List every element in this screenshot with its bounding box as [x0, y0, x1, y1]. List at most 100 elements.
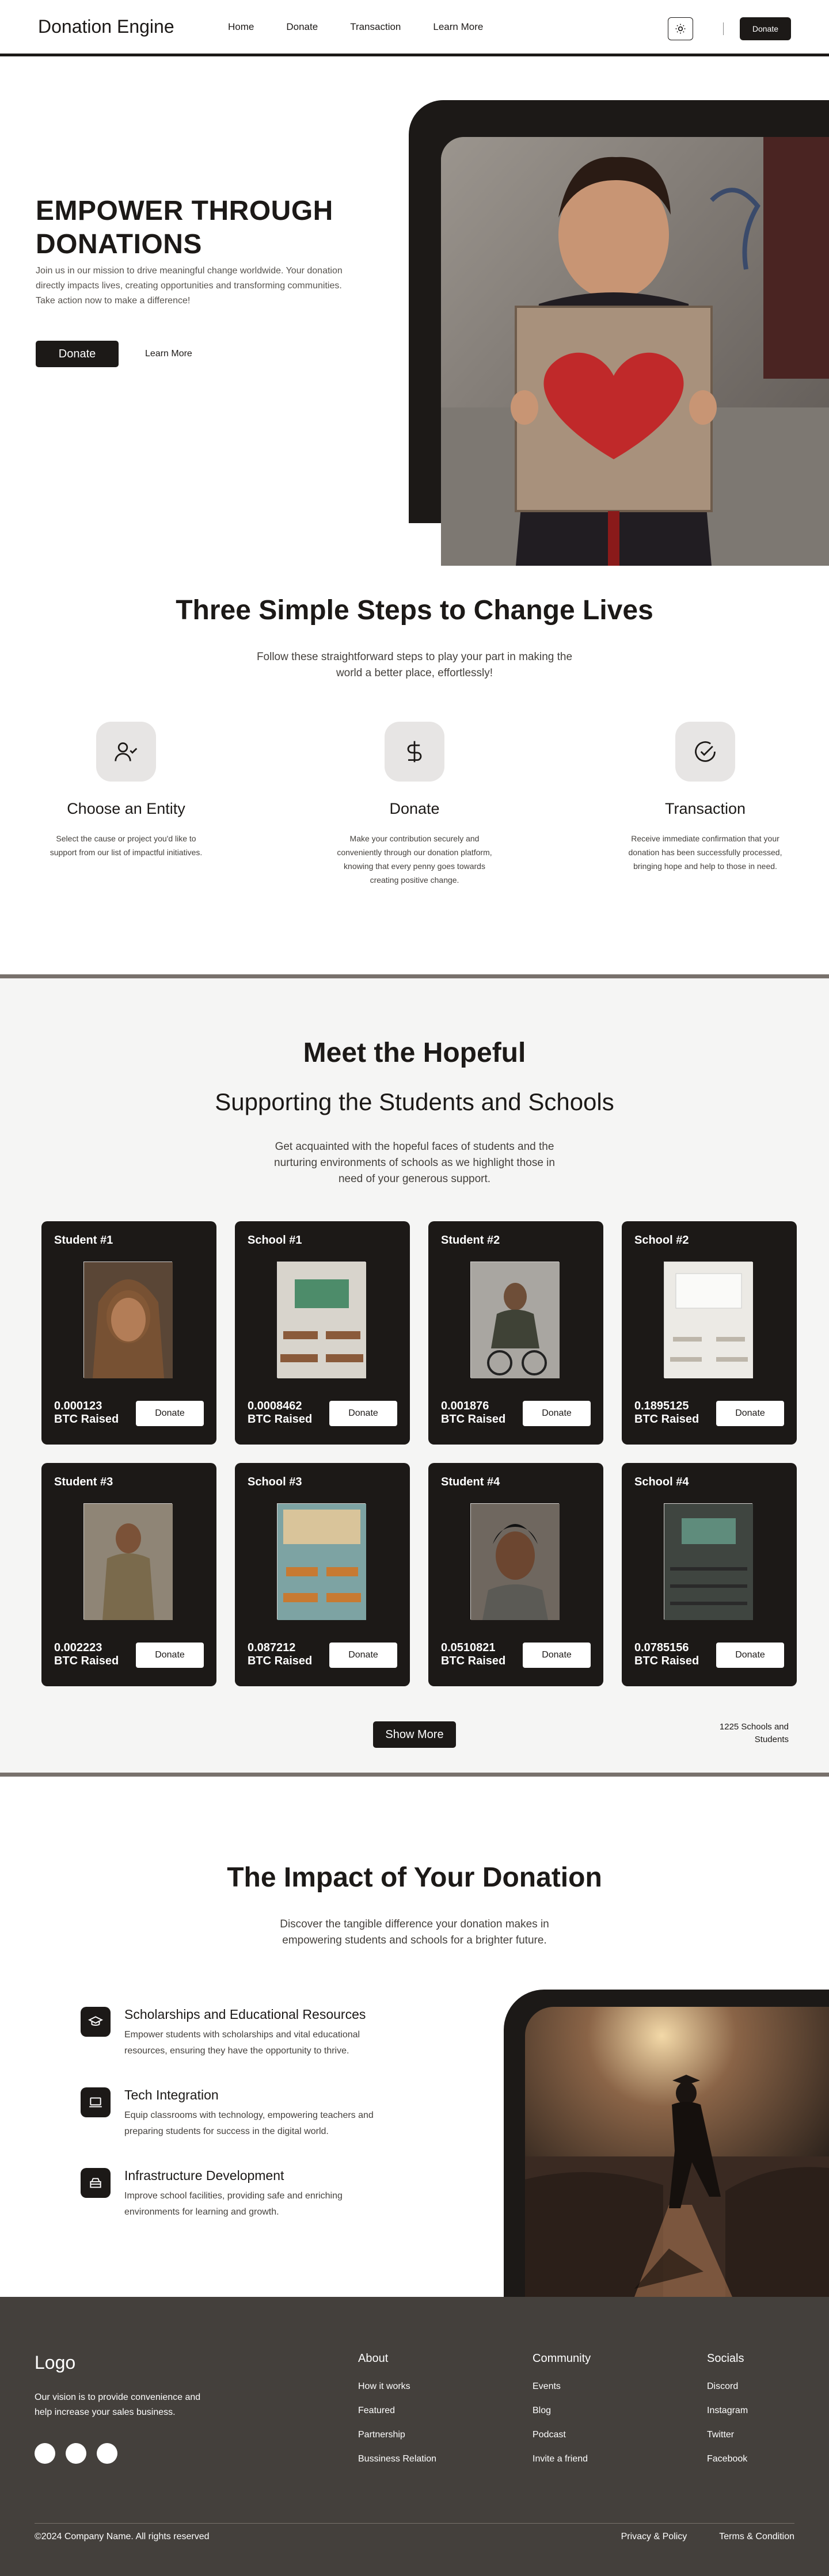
footer-col-socials: Socials Discord Instagram Twitter Facebo…: [707, 2352, 748, 2478]
hero-photo-child-with-heart-sign: [441, 137, 829, 566]
terms-link[interactable]: Terms & Condition: [719, 2532, 794, 2542]
card-photo-illustration: [664, 1262, 753, 1378]
nav-link-donate[interactable]: Donate: [286, 21, 318, 33]
card-photo-illustration: [84, 1262, 173, 1378]
privacy-policy-link[interactable]: Privacy & Policy: [621, 2532, 687, 2542]
impact-feature-tech: Tech Integration Equip classrooms with t…: [81, 2087, 389, 2140]
footer-link[interactable]: Twitter: [707, 2430, 748, 2440]
graduation-cap-icon: [88, 2016, 103, 2026]
step-icon-box: [385, 722, 444, 782]
hero-learn-more-link[interactable]: Learn More: [145, 349, 192, 359]
card-donate-button[interactable]: Donate: [716, 1401, 784, 1426]
footer-link[interactable]: Featured: [358, 2406, 436, 2416]
theme-toggle-button[interactable]: [667, 17, 693, 40]
meet-section: Meet the Hopeful Supporting the Students…: [0, 974, 829, 1777]
footer-copyright: ©2024 Company Name. All rights reserved: [35, 2532, 210, 2541]
social-circle-icon[interactable]: [66, 2443, 86, 2464]
card-donate-button[interactable]: Donate: [136, 1643, 204, 1668]
card-donate-button[interactable]: Donate: [329, 1643, 397, 1668]
step-title: Donate: [389, 800, 440, 817]
student-photo: [83, 1503, 173, 1620]
footer-col-community: Community Events Blog Podcast Invite a f…: [533, 2352, 591, 2478]
beneficiary-card: School #1 0.0008462 BTC Raised Donate: [235, 1221, 410, 1445]
footer-col-title: Socials: [707, 2352, 744, 2365]
footer-link[interactable]: Instagram: [707, 2406, 748, 2416]
beneficiary-card: School #3 0.087212 BTC Raised Donate: [235, 1463, 410, 1686]
card-title: Student #1: [54, 1234, 113, 1247]
step-title: Transaction: [664, 800, 746, 817]
card-donate-button[interactable]: Donate: [523, 1643, 591, 1668]
footer-link[interactable]: How it works: [358, 2381, 436, 2392]
impact-photo-illustration: [525, 2007, 829, 2297]
footer-link[interactable]: Invite a friend: [533, 2454, 591, 2464]
raised-amount: 0.001876: [441, 1400, 489, 1412]
footer-col-title: Community: [533, 2352, 591, 2365]
footer-link[interactable]: Partnership: [358, 2430, 436, 2440]
feature-desc: Empower students with scholarships and v…: [124, 2030, 360, 2056]
card-donate-button[interactable]: Donate: [523, 1401, 591, 1426]
nav-link-home[interactable]: Home: [228, 21, 254, 33]
beneficiary-card: Student #4 0.0510821 BTC Raised Donate: [428, 1463, 603, 1686]
student-photo: [470, 1262, 560, 1378]
footer-link[interactable]: Bussiness Relation: [358, 2454, 436, 2464]
step-icon-box: [675, 722, 735, 782]
site-footer: Logo Our vision is to provide convenienc…: [0, 2297, 829, 2576]
footer-link[interactable]: Facebook: [707, 2454, 748, 2464]
raised-label: BTC Raised: [54, 1413, 119, 1426]
hero-photo-illustration: [441, 137, 829, 566]
footer-link[interactable]: Podcast: [533, 2430, 591, 2440]
dollar-icon: [407, 741, 422, 763]
steps-lead: Follow these straightforward steps to pl…: [256, 651, 573, 679]
footer-divider: [35, 2523, 794, 2524]
card-donate-button[interactable]: Donate: [136, 1401, 204, 1426]
laptop-icon: [89, 2097, 102, 2108]
card-donate-button[interactable]: Donate: [716, 1643, 784, 1668]
step-desc: Make your contribution securely and conv…: [337, 834, 492, 885]
student-photo: [470, 1503, 560, 1620]
raised-amount: 0.087212: [248, 1641, 296, 1654]
footer-logo[interactable]: Logo: [35, 2352, 75, 2373]
nav-link-transaction[interactable]: Transaction: [350, 21, 401, 33]
building-icon: [90, 2178, 101, 2188]
nav-link-learn-more[interactable]: Learn More: [433, 21, 483, 33]
card-title: School #2: [634, 1234, 689, 1247]
user-check-icon: [115, 742, 138, 761]
raised-amount: 0.1895125: [634, 1400, 689, 1412]
card-title: Student #2: [441, 1234, 500, 1247]
raised-label: BTC Raised: [634, 1655, 699, 1667]
nav-actions: Donate: [667, 17, 791, 40]
footer-legal: Privacy & Policy Terms & Condition: [621, 2532, 794, 2542]
show-more-button[interactable]: Show More: [373, 1721, 456, 1748]
card-title: School #1: [248, 1234, 302, 1247]
footer-link[interactable]: Blog: [533, 2406, 591, 2416]
card-raised: 0.0008462 BTC Raised: [248, 1400, 312, 1426]
step-icon-box: [96, 722, 156, 782]
raised-label: BTC Raised: [54, 1655, 119, 1667]
card-donate-button[interactable]: Donate: [329, 1401, 397, 1426]
feature-title: Tech Integration: [124, 2087, 219, 2102]
beneficiary-card: School #2 0.1895125 BTC Raised Donate: [622, 1221, 797, 1445]
beneficiary-grid: Student #1 0.000123 BTC Raised Donate School…: [41, 1221, 797, 1686]
impact-section: The Impact of Your Donation Discover the…: [0, 1777, 829, 2297]
social-circle-icon[interactable]: [35, 2443, 55, 2464]
card-raised: 0.001876 BTC Raised: [441, 1400, 505, 1426]
card-raised: 0.1895125 BTC Raised: [634, 1400, 699, 1426]
impact-photo-graduation: [525, 2007, 829, 2297]
card-photo-illustration: [471, 1262, 560, 1378]
card-photo-illustration: [277, 1262, 366, 1378]
card-raised: 0.087212 BTC Raised: [248, 1641, 312, 1668]
brand-name[interactable]: Donation Engine: [38, 16, 228, 37]
social-circle-icon[interactable]: [97, 2443, 117, 2464]
footer-link[interactable]: Events: [533, 2381, 591, 2392]
hero-donate-button[interactable]: Donate: [36, 341, 119, 367]
beneficiary-card: Student #1 0.000123 BTC Raised Donate: [41, 1221, 216, 1445]
raised-label: BTC Raised: [441, 1413, 506, 1426]
school-photo: [277, 1503, 366, 1620]
step-choose-entity: Choose an Entity Select the cause or pro…: [28, 722, 224, 859]
feature-title: Infrastructure Development: [124, 2168, 284, 2183]
raised-amount: 0.0510821: [441, 1641, 496, 1654]
nav-donate-button[interactable]: Donate: [739, 17, 791, 40]
footer-link[interactable]: Discord: [707, 2381, 748, 2392]
feature-body: Infrastructure Development Improve schoo…: [124, 2168, 389, 2220]
school-photo: [664, 1503, 753, 1620]
